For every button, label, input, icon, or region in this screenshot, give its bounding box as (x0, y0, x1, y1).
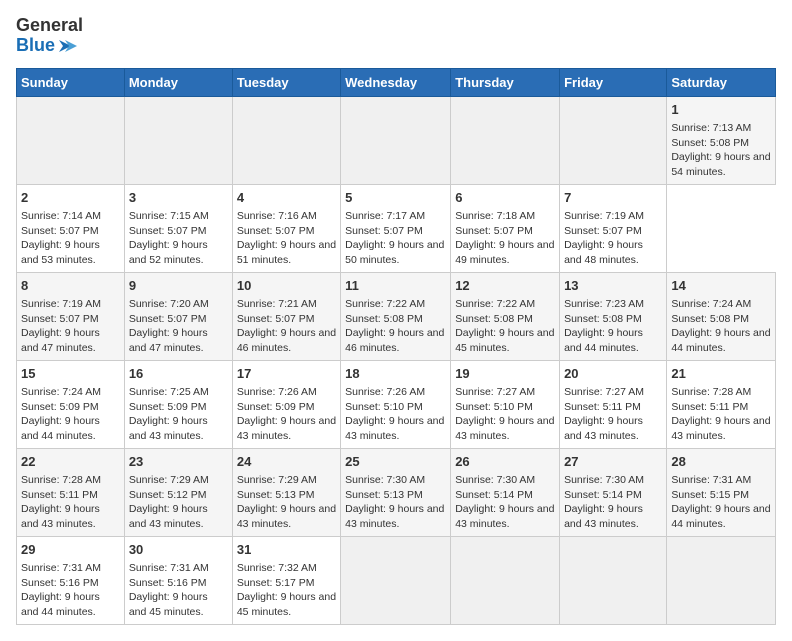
weekday-header-saturday: Saturday (667, 68, 776, 96)
calendar-day-18: 18Sunrise: 7:26 AMSunset: 5:10 PMDayligh… (341, 360, 451, 448)
empty-cell (451, 536, 560, 624)
empty-cell (451, 96, 560, 184)
empty-cell (232, 96, 340, 184)
logo-blue: Blue (16, 36, 77, 56)
empty-cell (667, 536, 776, 624)
calendar-day-21: 21Sunrise: 7:28 AMSunset: 5:11 PMDayligh… (667, 360, 776, 448)
logo: General Blue (16, 16, 83, 56)
calendar-day-12: 12Sunrise: 7:22 AMSunset: 5:08 PMDayligh… (451, 272, 560, 360)
calendar-day-2: 2Sunrise: 7:14 AMSunset: 5:07 PMDaylight… (17, 184, 125, 272)
calendar-day-13: 13Sunrise: 7:23 AMSunset: 5:08 PMDayligh… (560, 272, 667, 360)
calendar-row: 1Sunrise: 7:13 AMSunset: 5:08 PMDaylight… (17, 96, 776, 184)
calendar-day-22: 22Sunrise: 7:28 AMSunset: 5:11 PMDayligh… (17, 448, 125, 536)
calendar-day-11: 11Sunrise: 7:22 AMSunset: 5:08 PMDayligh… (341, 272, 451, 360)
empty-cell (560, 536, 667, 624)
calendar-day-30: 30Sunrise: 7:31 AMSunset: 5:16 PMDayligh… (124, 536, 232, 624)
calendar-day-24: 24Sunrise: 7:29 AMSunset: 5:13 PMDayligh… (232, 448, 340, 536)
calendar-day-27: 27Sunrise: 7:30 AMSunset: 5:14 PMDayligh… (560, 448, 667, 536)
calendar-day-10: 10Sunrise: 7:21 AMSunset: 5:07 PMDayligh… (232, 272, 340, 360)
empty-cell (124, 96, 232, 184)
calendar-day-14: 14Sunrise: 7:24 AMSunset: 5:08 PMDayligh… (667, 272, 776, 360)
weekday-header-friday: Friday (560, 68, 667, 96)
logo-general: General (16, 16, 83, 36)
calendar-day-20: 20Sunrise: 7:27 AMSunset: 5:11 PMDayligh… (560, 360, 667, 448)
calendar-day-26: 26Sunrise: 7:30 AMSunset: 5:14 PMDayligh… (451, 448, 560, 536)
calendar-day-4: 4Sunrise: 7:16 AMSunset: 5:07 PMDaylight… (232, 184, 340, 272)
calendar-day-15: 15Sunrise: 7:24 AMSunset: 5:09 PMDayligh… (17, 360, 125, 448)
calendar-day-16: 16Sunrise: 7:25 AMSunset: 5:09 PMDayligh… (124, 360, 232, 448)
page-header: General Blue (16, 16, 776, 56)
calendar-day-8: 8Sunrise: 7:19 AMSunset: 5:07 PMDaylight… (17, 272, 125, 360)
weekday-header-tuesday: Tuesday (232, 68, 340, 96)
calendar-day-31: 31Sunrise: 7:32 AMSunset: 5:17 PMDayligh… (232, 536, 340, 624)
calendar-row: 15Sunrise: 7:24 AMSunset: 5:09 PMDayligh… (17, 360, 776, 448)
weekday-header-monday: Monday (124, 68, 232, 96)
calendar-day-17: 17Sunrise: 7:26 AMSunset: 5:09 PMDayligh… (232, 360, 340, 448)
calendar-row: 29Sunrise: 7:31 AMSunset: 5:16 PMDayligh… (17, 536, 776, 624)
calendar-header-row: SundayMondayTuesdayWednesdayThursdayFrid… (17, 68, 776, 96)
empty-cell (17, 96, 125, 184)
empty-cell (341, 536, 451, 624)
calendar-day-6: 6Sunrise: 7:18 AMSunset: 5:07 PMDaylight… (451, 184, 560, 272)
calendar-table: SundayMondayTuesdayWednesdayThursdayFrid… (16, 68, 776, 625)
logo-arrow-icon (57, 36, 77, 56)
weekday-header-thursday: Thursday (451, 68, 560, 96)
calendar-day-25: 25Sunrise: 7:30 AMSunset: 5:13 PMDayligh… (341, 448, 451, 536)
weekday-header-wednesday: Wednesday (341, 68, 451, 96)
empty-cell (341, 96, 451, 184)
calendar-day-9: 9Sunrise: 7:20 AMSunset: 5:07 PMDaylight… (124, 272, 232, 360)
logo-text: General Blue (16, 16, 83, 56)
calendar-day-29: 29Sunrise: 7:31 AMSunset: 5:16 PMDayligh… (17, 536, 125, 624)
empty-cell (560, 96, 667, 184)
calendar-row: 2Sunrise: 7:14 AMSunset: 5:07 PMDaylight… (17, 184, 776, 272)
calendar-day-3: 3Sunrise: 7:15 AMSunset: 5:07 PMDaylight… (124, 184, 232, 272)
calendar-row: 22Sunrise: 7:28 AMSunset: 5:11 PMDayligh… (17, 448, 776, 536)
calendar-day-5: 5Sunrise: 7:17 AMSunset: 5:07 PMDaylight… (341, 184, 451, 272)
calendar-day-7: 7Sunrise: 7:19 AMSunset: 5:07 PMDaylight… (560, 184, 667, 272)
calendar-day-23: 23Sunrise: 7:29 AMSunset: 5:12 PMDayligh… (124, 448, 232, 536)
calendar-day-28: 28Sunrise: 7:31 AMSunset: 5:15 PMDayligh… (667, 448, 776, 536)
calendar-row: 8Sunrise: 7:19 AMSunset: 5:07 PMDaylight… (17, 272, 776, 360)
weekday-header-sunday: Sunday (17, 68, 125, 96)
calendar-day-19: 19Sunrise: 7:27 AMSunset: 5:10 PMDayligh… (451, 360, 560, 448)
calendar-day-1: 1Sunrise: 7:13 AMSunset: 5:08 PMDaylight… (667, 96, 776, 184)
